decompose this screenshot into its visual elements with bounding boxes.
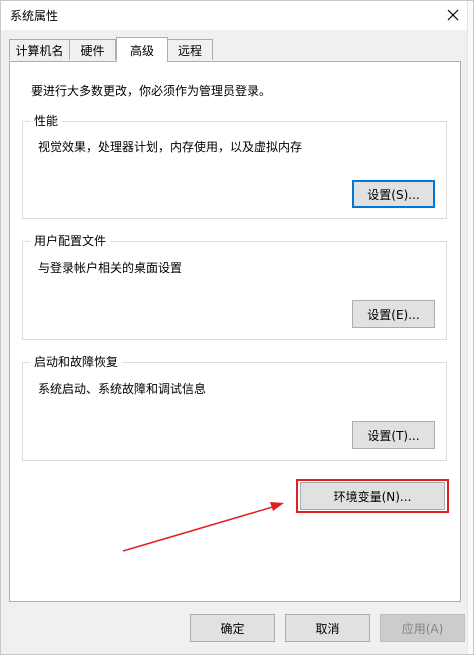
ok-button[interactable]: 确定 — [190, 614, 275, 642]
annotation-arrow — [122, 502, 284, 552]
apply-button[interactable]: 应用(A) — [380, 614, 465, 642]
tab-advanced[interactable]: 高级 — [116, 37, 168, 62]
cancel-button[interactable]: 取消 — [285, 614, 370, 642]
